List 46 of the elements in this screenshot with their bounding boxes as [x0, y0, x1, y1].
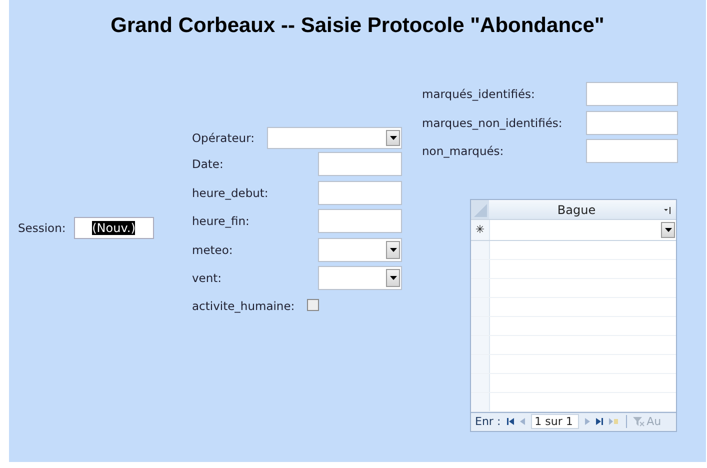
field-label: Date:: [192, 157, 224, 172]
row-selector[interactable]: [471, 336, 490, 354]
row-selector[interactable]: [471, 354, 490, 373]
field-label: activite_humaine:: [192, 298, 295, 312]
checkbox[interactable]: [306, 298, 319, 310]
next-record-icon[interactable]: [584, 418, 590, 426]
field-label: non_marqués:: [422, 144, 504, 158]
text-field[interactable]: [586, 139, 678, 164]
field-label: vent:: [192, 271, 222, 286]
row-selector[interactable]: [471, 260, 490, 278]
new-record-icon[interactable]: [608, 418, 618, 426]
row-selector[interactable]: [471, 316, 490, 335]
row-selector[interactable]: [471, 374, 490, 392]
field-label: Opérateur:: [192, 131, 254, 145]
dropdown-icon[interactable]: [386, 269, 400, 288]
combo-field[interactable]: [267, 127, 402, 149]
row-selector[interactable]: [471, 241, 490, 259]
last-record-icon[interactable]: [596, 418, 603, 426]
select-all-icon[interactable]: [471, 200, 489, 219]
record-position-field[interactable]: 1 sur 1: [530, 414, 579, 430]
row-selector[interactable]: [471, 278, 490, 297]
row-selector[interactable]: [471, 298, 490, 316]
combo-field[interactable]: [318, 266, 402, 290]
record-label: Enr :: [475, 415, 501, 428]
field-label: heure_fin:: [192, 214, 250, 228]
form-title: Grand Corbeaux -- Saisie Protocole "Abondance": [110, 14, 606, 38]
first-record-icon[interactable]: [506, 418, 514, 426]
text-field[interactable]: [318, 180, 402, 205]
field-label: marqués_identifiés:: [422, 87, 535, 102]
session-field[interactable]: (Nouv.): [74, 217, 154, 239]
text-field[interactable]: [318, 152, 402, 176]
dropdown-icon[interactable]: [386, 130, 400, 146]
filter-icon: [632, 416, 645, 427]
field-label: meteo:: [192, 242, 233, 257]
row-selector[interactable]: [471, 392, 490, 411]
text-field[interactable]: [318, 209, 402, 234]
dropdown-icon[interactable]: [661, 222, 675, 238]
previous-record-icon[interactable]: [520, 418, 525, 426]
field-label: marques_non_identifiés:: [422, 116, 562, 130]
new-record-marker: ✳: [471, 220, 490, 240]
dropdown-icon[interactable]: [386, 240, 400, 259]
field-label: heure_debut:: [192, 186, 268, 200]
text-field[interactable]: [586, 110, 678, 135]
text-field[interactable]: [586, 82, 678, 106]
combo-field[interactable]: [318, 238, 402, 262]
field-label: Session:: [18, 221, 66, 235]
